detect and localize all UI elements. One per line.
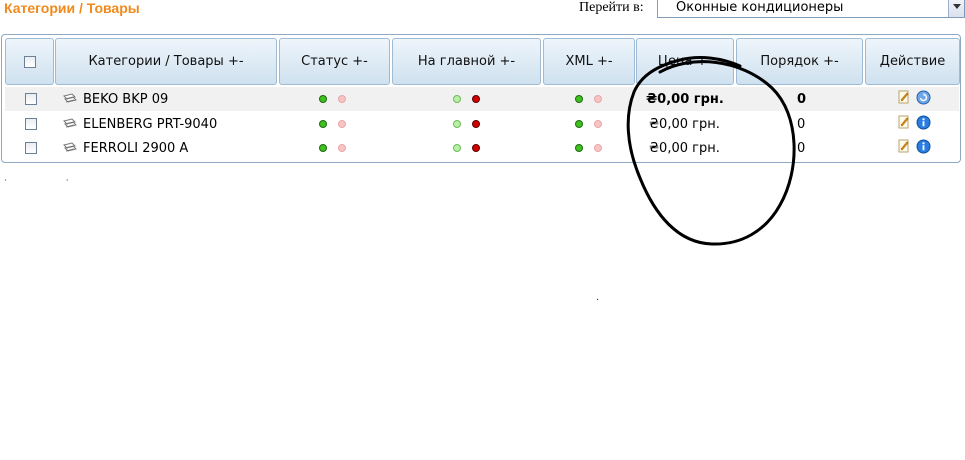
header-status[interactable]: Статус +- xyxy=(279,38,390,85)
row-checkbox[interactable] xyxy=(25,93,37,105)
info-icon[interactable] xyxy=(916,115,931,134)
edit-icon[interactable] xyxy=(898,90,910,108)
table-row: ELENBERG PRT-9040 ₴0,00 грн. 0 xyxy=(5,112,959,136)
status-on-icon[interactable] xyxy=(319,144,327,152)
main-off-icon[interactable] xyxy=(472,144,480,152)
status-off-icon[interactable] xyxy=(338,95,346,103)
main-off-icon[interactable] xyxy=(472,95,480,103)
header-order[interactable]: Порядок +- xyxy=(736,38,863,85)
main-on-icon[interactable] xyxy=(453,144,461,152)
select-all-checkbox[interactable] xyxy=(23,55,36,68)
header-main-page[interactable]: На главной +- xyxy=(392,38,541,85)
row-checkbox[interactable] xyxy=(25,142,37,154)
main-off-icon[interactable] xyxy=(472,120,480,128)
xml-off-icon[interactable] xyxy=(594,120,602,128)
header-select-all xyxy=(5,38,54,85)
product-price: ₴0,00 грн. xyxy=(646,91,724,107)
xml-off-icon[interactable] xyxy=(594,144,602,152)
status-on-icon[interactable] xyxy=(319,120,327,128)
header-xml[interactable]: XML +- xyxy=(543,38,635,85)
stray-dot: . xyxy=(596,292,600,303)
refresh-icon[interactable] xyxy=(916,90,931,109)
product-price: ₴0,00 грн. xyxy=(649,116,720,132)
table-row: BEKO BKP 09 ₴0,00 грн. 0 xyxy=(5,87,959,111)
product-name-link[interactable]: ELENBERG PRT-9040 xyxy=(83,117,217,132)
info-icon[interactable] xyxy=(916,139,931,158)
products-table: Категории / Товары +- Статус +- На главн… xyxy=(1,34,961,163)
status-off-icon[interactable] xyxy=(338,120,346,128)
header-action: Действие xyxy=(865,38,960,85)
edit-icon[interactable] xyxy=(898,139,910,157)
xml-on-icon[interactable] xyxy=(575,95,583,103)
main-on-icon[interactable] xyxy=(453,120,461,128)
product-order: 0 xyxy=(797,116,806,132)
main-on-icon[interactable] xyxy=(453,95,461,103)
product-price: ₴0,00 грн. xyxy=(649,140,720,156)
status-on-icon[interactable] xyxy=(319,95,327,103)
edit-icon[interactable] xyxy=(898,115,910,133)
status-off-icon[interactable] xyxy=(338,144,346,152)
header-name[interactable]: Категории / Товары +- xyxy=(55,38,277,85)
chevron-down-icon[interactable] xyxy=(948,0,964,17)
product-icon xyxy=(63,118,77,130)
row-checkbox[interactable] xyxy=(25,118,37,130)
table-row: FERROLI 2900 A ₴0,00 грн. 0 xyxy=(5,136,959,160)
xml-off-icon[interactable] xyxy=(594,95,602,103)
product-order: 0 xyxy=(797,140,806,156)
page-title: Категории / Товары xyxy=(4,0,140,16)
xml-on-icon[interactable] xyxy=(575,120,583,128)
category-select[interactable]: Оконные кондиционеры xyxy=(657,0,965,18)
product-icon xyxy=(63,93,77,105)
category-select-value: Оконные кондиционеры xyxy=(676,0,844,15)
footer-text: · · xyxy=(4,176,97,186)
product-order: 0 xyxy=(797,91,807,107)
xml-on-icon[interactable] xyxy=(575,144,583,152)
goto-label: Перейти в: xyxy=(579,0,644,15)
product-name-link[interactable]: BEKO BKP 09 xyxy=(83,92,168,107)
product-icon xyxy=(63,142,77,154)
header-price[interactable]: Цена +- xyxy=(636,38,734,85)
product-name-link[interactable]: FERROLI 2900 A xyxy=(83,141,188,156)
